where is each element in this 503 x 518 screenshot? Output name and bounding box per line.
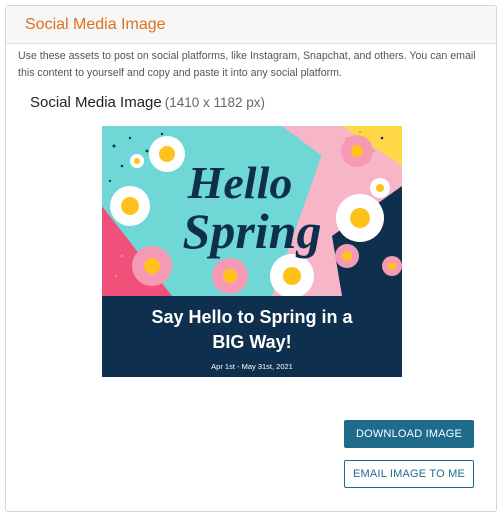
headline-hello: Hello (187, 157, 293, 208)
asset-dimensions: (1410 x 1182 px) (164, 95, 266, 110)
asset-heading: Social Media Image (1410 x 1182 px) (30, 94, 265, 111)
spring-artwork: Hello Spring Say Hello to Spring in a BI… (102, 126, 402, 377)
headline-spring: Spring (183, 203, 322, 259)
banner-date-range: Apr 1st - May 31st, 2021 (211, 362, 293, 371)
panel-title: Social Media Image (25, 16, 166, 33)
download-image-button[interactable]: DOWNLOAD IMAGE (344, 420, 474, 448)
social-media-image-preview: Hello Spring Say Hello to Spring in a BI… (102, 126, 402, 377)
asset-title: Social Media Image (30, 94, 162, 111)
email-image-button[interactable]: EMAIL IMAGE TO ME (344, 460, 474, 488)
panel-header: Social Media Image (6, 6, 496, 44)
banner-line-2: BIG Way! (212, 332, 291, 352)
banner-line-1: Say Hello to Spring in a (151, 307, 353, 327)
panel-description: Use these assets to post on social platf… (18, 50, 476, 79)
